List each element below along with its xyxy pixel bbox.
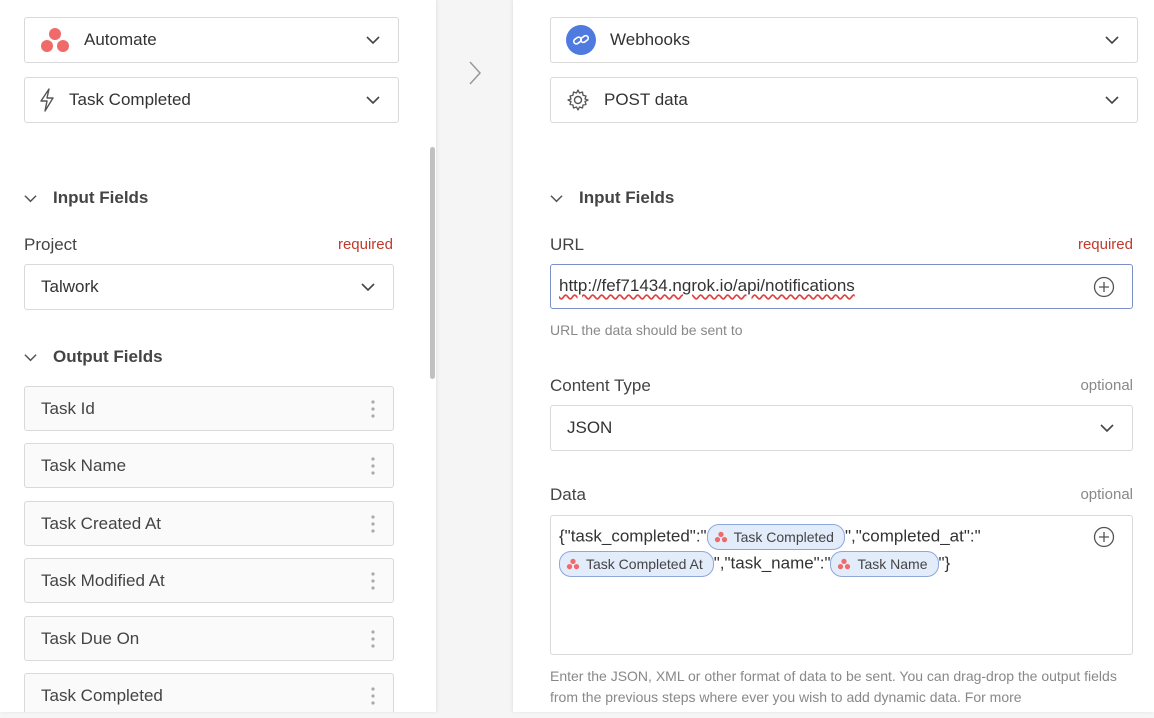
chevron-down-icon: [1100, 424, 1114, 433]
webhook-icon: [565, 24, 597, 56]
scrollbar-thumb[interactable]: [430, 147, 435, 379]
output-field-item[interactable]: Task Created At: [24, 501, 394, 546]
data-text: {"task_completed":": [559, 526, 707, 546]
optional-tag: optional: [1080, 486, 1133, 503]
url-help-text: URL the data should be sent to: [550, 322, 743, 338]
chevron-down-icon: [1105, 96, 1119, 105]
data-text: ","completed_at":": [844, 526, 981, 546]
input-fields-toggle[interactable]: Input Fields: [550, 188, 674, 208]
output-field-item[interactable]: Task Id: [24, 386, 394, 431]
drag-handle-icon[interactable]: [371, 687, 375, 705]
chevron-down-icon: [366, 96, 380, 105]
output-field-item[interactable]: Task Completed: [24, 673, 394, 712]
url-input[interactable]: http://fef71434.ngrok.io/api/notificatio…: [550, 264, 1133, 309]
action-app-label: Webhooks: [610, 30, 691, 49]
content-type-value: JSON: [567, 418, 613, 437]
drag-handle-icon[interactable]: [371, 400, 375, 418]
output-field-label: Task Created At: [41, 513, 162, 533]
data-line-1: {"task_completed":" Task Completed ","comp…: [559, 524, 981, 550]
input-fields-title: Input Fields: [579, 188, 675, 207]
lightning-icon: [40, 88, 54, 112]
output-fields-toggle[interactable]: Output Fields: [24, 347, 163, 367]
source-panel: Automate Task Completed Input Fields Pro…: [0, 0, 436, 712]
output-field-label: Task Name: [41, 455, 127, 475]
asana-logo-icon: [566, 558, 580, 570]
required-tag: required: [337, 236, 393, 253]
pill-label: Task Completed At: [586, 556, 703, 572]
data-input[interactable]: {"task_completed":" Task Completed ","comp…: [550, 515, 1133, 655]
data-label: Data: [550, 485, 586, 504]
drag-handle-icon[interactable]: [371, 457, 375, 475]
drag-handle-icon[interactable]: [371, 630, 375, 648]
project-value: Talwork: [41, 277, 99, 296]
output-field-item[interactable]: Task Modified At: [24, 558, 394, 603]
output-field-item[interactable]: Task Due On: [24, 616, 394, 661]
chevron-down-icon: [550, 194, 563, 202]
action-label: POST data: [604, 90, 688, 109]
data-line-2: Task Completed At ","task_name":" Task Nam…: [559, 551, 950, 577]
output-field-label: Task Id: [41, 398, 95, 418]
data-text: ","task_name":": [713, 553, 831, 573]
drag-handle-icon[interactable]: [371, 572, 375, 590]
url-value: http://fef71434.ngrok.io/api/notificatio…: [559, 276, 855, 295]
chevron-down-icon: [24, 353, 37, 361]
chevron-down-icon: [24, 194, 37, 202]
trigger-select[interactable]: Task Completed: [24, 77, 399, 123]
asana-logo-icon: [838, 558, 851, 570]
content-type-select[interactable]: JSON: [550, 405, 1133, 451]
variable-pill[interactable]: Task Completed: [706, 524, 845, 550]
project-label: Project: [24, 235, 77, 254]
chevron-right-icon: [469, 61, 482, 85]
action-app-select[interactable]: Webhooks: [550, 17, 1138, 63]
pill-label: Task Name: [857, 556, 928, 572]
optional-tag: optional: [1080, 377, 1133, 394]
required-tag: required: [1077, 236, 1133, 253]
chevron-down-icon: [366, 36, 380, 45]
pill-label: Task Completed: [733, 529, 834, 545]
url-label: URL: [550, 235, 585, 254]
output-field-label: Task Modified At: [41, 570, 165, 590]
drag-handle-icon[interactable]: [371, 515, 375, 533]
input-fields-title: Input Fields: [53, 188, 149, 207]
add-field-icon[interactable]: [1093, 276, 1115, 298]
trigger-label: Task Completed: [69, 90, 191, 109]
source-app-label: Automate: [84, 30, 157, 49]
output-field-item[interactable]: Task Name: [24, 443, 394, 488]
variable-pill[interactable]: Task Name: [830, 551, 939, 577]
source-app-select[interactable]: Automate: [24, 17, 399, 63]
add-field-icon[interactable]: [1093, 526, 1115, 548]
asana-logo-icon: [714, 531, 727, 543]
data-text: "}: [938, 553, 951, 573]
data-help-text: Enter the JSON, XML or other format of d…: [550, 668, 1117, 705]
action-panel: Webhooks POST data Input Fields URL requ…: [513, 0, 1154, 712]
content-type-label: Content Type: [550, 376, 651, 395]
output-field-label: Task Completed: [41, 685, 163, 705]
variable-pill[interactable]: Task Completed At: [559, 551, 714, 577]
asana-logo-icon: [39, 24, 71, 56]
input-fields-toggle[interactable]: Input Fields: [24, 188, 148, 208]
action-select[interactable]: POST data: [550, 77, 1138, 123]
output-fields-title: Output Fields: [53, 347, 163, 366]
output-field-label: Task Due On: [41, 628, 140, 648]
chevron-down-icon: [1105, 36, 1119, 45]
gear-icon: [567, 89, 589, 111]
chevron-down-icon: [361, 283, 375, 292]
project-select[interactable]: Talwork: [24, 264, 394, 310]
